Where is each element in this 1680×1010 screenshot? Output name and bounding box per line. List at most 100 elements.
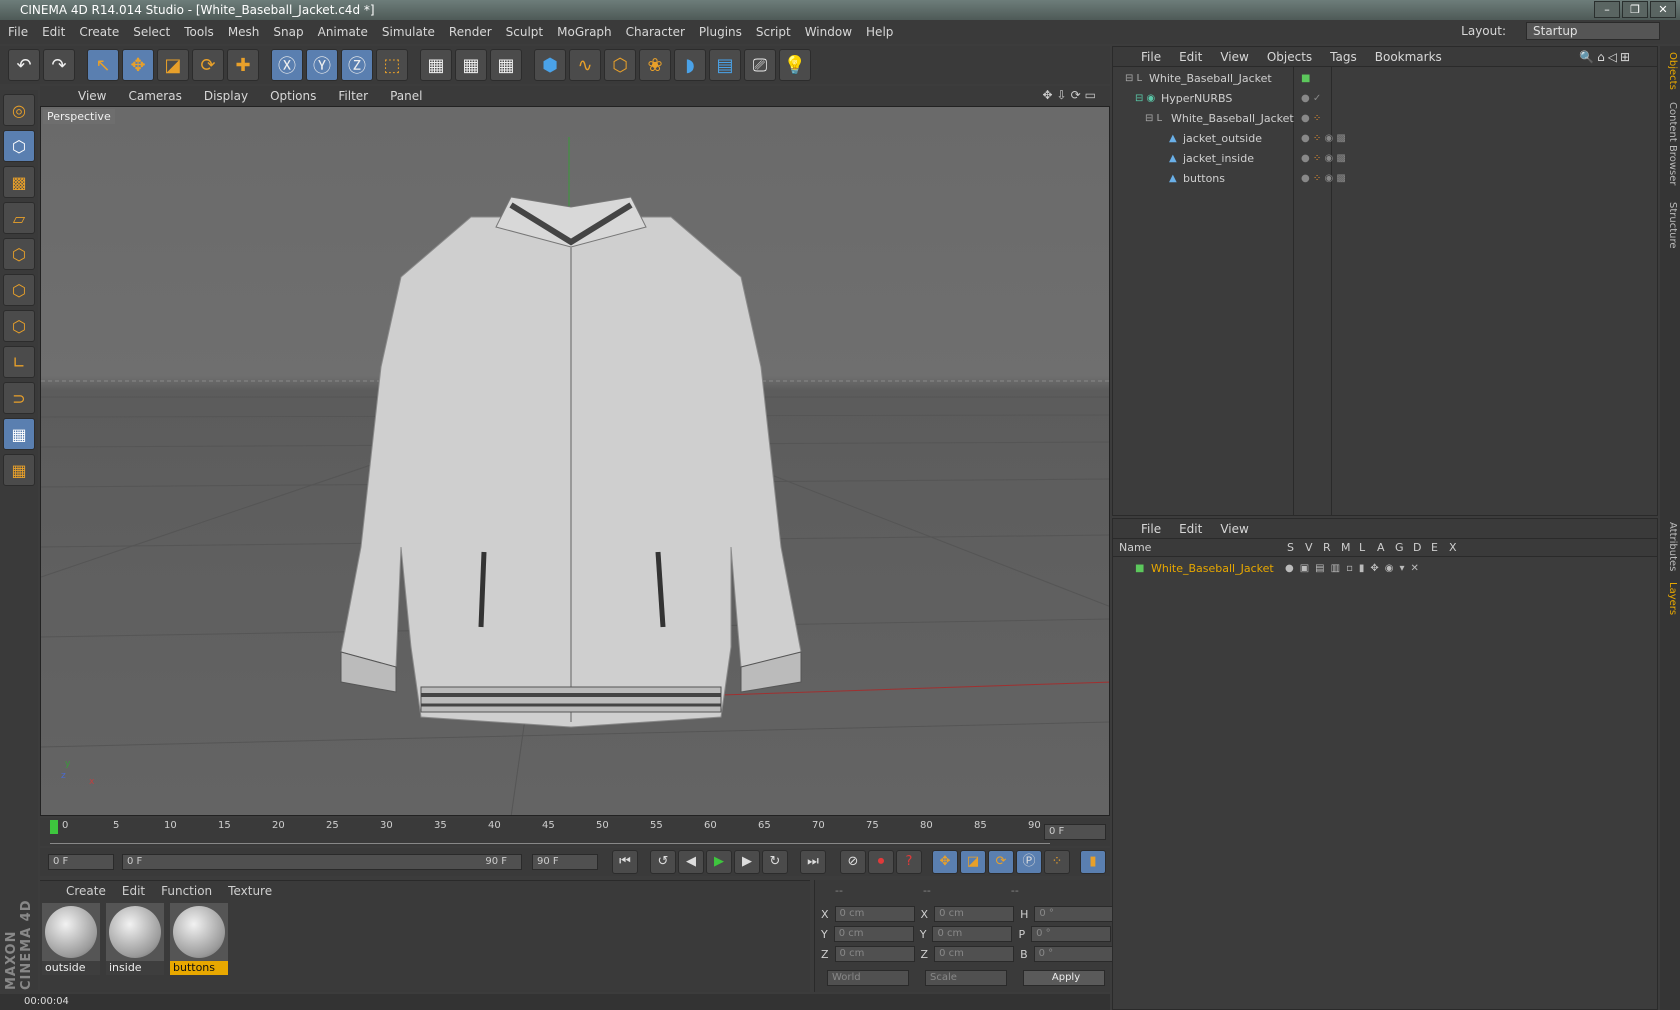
menu-select[interactable]: Select [133, 25, 170, 39]
current-frame-field[interactable]: 0 F [1044, 824, 1106, 840]
size-y-field[interactable]: 0 cm [932, 926, 1013, 942]
viewport-menu-view[interactable]: View [78, 89, 106, 103]
layer-row[interactable]: ■ White_Baseball_Jacket ●▣▤▥▫▮✥◉▾✕ [1113, 559, 1659, 579]
spline-icon[interactable]: ∿ [569, 49, 601, 81]
maximize-button[interactable]: ❐ [1622, 1, 1648, 18]
playhead[interactable] [50, 820, 58, 834]
x-axis-icon[interactable]: Ⓧ [271, 49, 303, 81]
axis-mode-icon[interactable]: ∟ [3, 346, 35, 378]
layout-select[interactable]: Startup [1526, 22, 1660, 40]
tab-content-browser[interactable]: Content Browser [1662, 102, 1678, 185]
key-scale-icon[interactable]: ◪ [960, 850, 986, 874]
rot-b-field[interactable]: 0 ° [1033, 946, 1114, 962]
layer-menu-edit[interactable]: Edit [1179, 522, 1202, 536]
menu-script[interactable]: Script [756, 25, 791, 39]
floor-icon[interactable]: ▤ [709, 49, 741, 81]
workplane-icon[interactable]: ▱ [3, 202, 35, 234]
live-selection-icon[interactable]: ↖ [87, 49, 119, 81]
perspective-viewport[interactable]: y x z [40, 106, 1110, 816]
tab-attributes[interactable]: Attributes [1662, 522, 1678, 571]
scale-select[interactable]: Scale [925, 970, 1007, 986]
menu-simulate[interactable]: Simulate [382, 25, 435, 39]
minimize-button[interactable]: – [1594, 1, 1620, 18]
material-menu-create[interactable]: Create [66, 884, 106, 898]
menu-render[interactable]: Render [449, 25, 492, 39]
viewport-menu-panel[interactable]: Panel [390, 89, 422, 103]
tab-layers[interactable]: Layers [1662, 582, 1678, 615]
array-icon[interactable]: ❀ [639, 49, 671, 81]
obj-menu-edit[interactable]: Edit [1179, 50, 1202, 64]
viewport-nav-icons[interactable]: ✥⇩⟳▭ [1042, 88, 1100, 102]
scale-icon[interactable]: ◪ [157, 49, 189, 81]
material-menu-texture[interactable]: Texture [228, 884, 272, 898]
obj-menu-view[interactable]: View [1220, 50, 1248, 64]
next-frame-icon[interactable]: ▶ [734, 850, 760, 874]
go-to-end-icon[interactable]: ⏭ [800, 850, 826, 874]
polygons-mode-icon[interactable]: ⬡ [3, 310, 35, 342]
record-keys-icon[interactable]: ⊘ [840, 850, 866, 874]
menu-window[interactable]: Window [805, 25, 852, 39]
end-frame-field[interactable]: 90 F [532, 854, 598, 870]
viewport-menu-options[interactable]: Options [270, 89, 316, 103]
object-row[interactable]: ▲ jacket_inside ● ⁘ ◉ ▩ [1113, 149, 1659, 169]
material-menu-edit[interactable]: Edit [122, 884, 145, 898]
keyframe-selection-icon[interactable]: ? [896, 850, 922, 874]
move-icon[interactable]: ✥ [122, 49, 154, 81]
menu-mesh[interactable]: Mesh [228, 25, 260, 39]
apply-button[interactable]: Apply [1023, 970, 1105, 986]
next-key-icon[interactable]: ↻ [762, 850, 788, 874]
timeline-ruler[interactable]: 0 5 10 15 20 25 30 35 40 45 50 55 60 65 … [50, 820, 1050, 844]
menu-plugins[interactable]: Plugins [699, 25, 742, 39]
rot-h-field[interactable]: 0 ° [1034, 906, 1115, 922]
light-icon[interactable]: 💡 [779, 49, 811, 81]
menu-character[interactable]: Character [626, 25, 685, 39]
rotate-icon[interactable]: ⟳ [192, 49, 224, 81]
key-position-icon[interactable]: ✥ [932, 850, 958, 874]
go-to-start-icon[interactable]: ⏮ [612, 850, 638, 874]
pos-x-field[interactable]: 0 cm [834, 906, 915, 922]
key-param-icon[interactable]: Ⓟ [1016, 850, 1042, 874]
prev-frame-icon[interactable]: ◀ [678, 850, 704, 874]
plus-icon[interactable]: ✚ [227, 49, 259, 81]
viewport-menu-cameras[interactable]: Cameras [128, 89, 181, 103]
object-row[interactable]: ⊟ L White_Baseball_Jacket ● ⁘ [1113, 109, 1659, 129]
range-slider[interactable]: 0 F 90 F [122, 854, 522, 870]
start-frame-field[interactable]: 0 F [48, 854, 114, 870]
close-button[interactable]: ✕ [1650, 1, 1676, 18]
material-menu-function[interactable]: Function [161, 884, 212, 898]
cube-icon[interactable]: ⬢ [534, 49, 566, 81]
obj-toolbar-icons[interactable]: 🔍⌂◁⊞ [1579, 50, 1633, 64]
object-row[interactable]: ⊟ ◉ HyperNURBS ● ✓ [1113, 89, 1659, 109]
obj-menu-objects[interactable]: Objects [1267, 50, 1312, 64]
y-axis-icon[interactable]: Ⓨ [306, 49, 338, 81]
menu-mograph[interactable]: MoGraph [557, 25, 612, 39]
material-inside[interactable]: inside [106, 903, 164, 975]
key-pla-icon[interactable]: ⁘ [1044, 850, 1070, 874]
world-select[interactable]: World [827, 970, 909, 986]
layer-menu-view[interactable]: View [1220, 522, 1248, 536]
material-outside[interactable]: outside [42, 903, 100, 975]
menu-snap[interactable]: Snap [273, 25, 303, 39]
nurbs-icon[interactable]: ⬡ [604, 49, 636, 81]
object-row[interactable]: ▲ buttons ● ⁘ ◉ ▩ [1113, 169, 1659, 189]
magnet-icon[interactable]: ⊃ [3, 382, 35, 414]
key-rotation-icon[interactable]: ⟳ [988, 850, 1014, 874]
menu-sculpt[interactable]: Sculpt [506, 25, 543, 39]
coordinate-system-icon[interactable]: ⬚ [376, 49, 408, 81]
timeline[interactable]: 0 5 10 15 20 25 30 35 40 45 50 55 60 65 … [40, 818, 1110, 846]
tab-objects[interactable]: Objects [1662, 52, 1678, 90]
layer-menu-file[interactable]: File [1141, 522, 1161, 536]
autokey-icon[interactable]: ⏺ [868, 850, 894, 874]
camera-icon[interactable]: ⎚ [744, 49, 776, 81]
pos-y-field[interactable]: 0 cm [833, 926, 914, 942]
menu-edit[interactable]: Edit [42, 25, 65, 39]
edges-mode-icon[interactable]: ⬡ [3, 274, 35, 306]
tab-structure[interactable]: Structure [1662, 202, 1678, 249]
render-picture-viewer-icon[interactable]: ▦ [455, 49, 487, 81]
obj-menu-file[interactable]: File [1141, 50, 1161, 64]
points-mode-icon[interactable]: ⬡ [3, 238, 35, 270]
size-x-field[interactable]: 0 cm [934, 906, 1015, 922]
pos-z-field[interactable]: 0 cm [834, 946, 915, 962]
menu-animate[interactable]: Animate [318, 25, 368, 39]
object-row[interactable]: ⊟ L White_Baseball_Jacket ■ [1113, 69, 1659, 89]
